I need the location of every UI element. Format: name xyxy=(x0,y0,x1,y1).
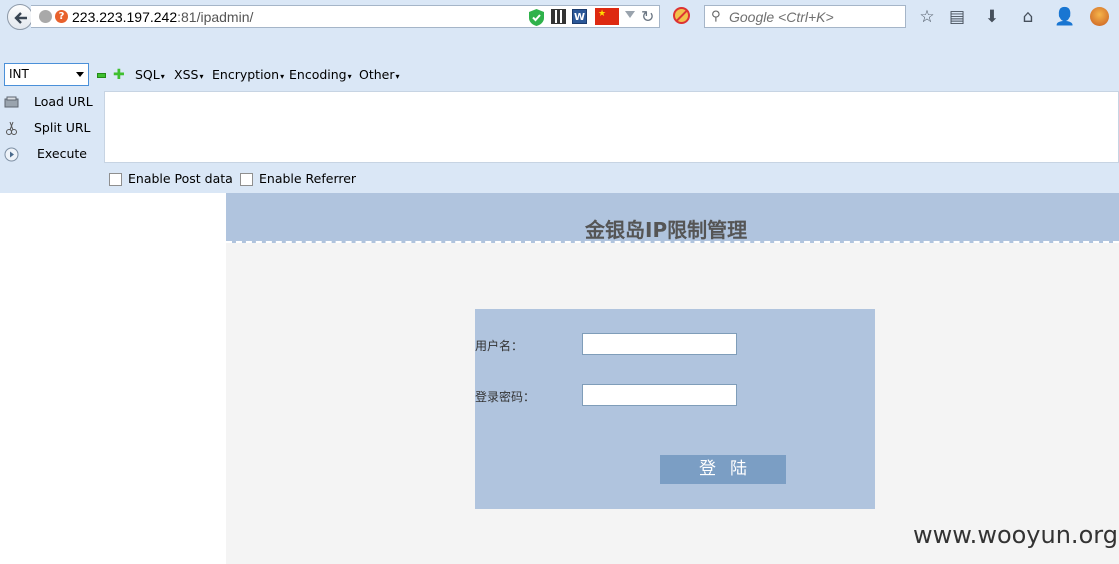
reload-icon[interactable]: ↻ xyxy=(641,7,654,26)
post-data-label[interactable]: Enable Post data xyxy=(128,171,233,186)
url-dropdown-icon[interactable] xyxy=(625,11,635,18)
search-icon: ⚲ xyxy=(711,9,721,24)
search-placeholder: Google <Ctrl+K> xyxy=(729,9,834,25)
username-label: 用户名： xyxy=(475,339,524,353)
menu-xss[interactable]: XSS xyxy=(174,67,203,82)
page-title: 金银岛IP限制管理 xyxy=(585,218,748,242)
download-icon[interactable]: ⬇ xyxy=(982,7,1002,27)
hackbar-toolbar: INT ✚ SQL XSS Encryption Encoding Other xyxy=(0,60,1119,90)
menu-other[interactable]: Other xyxy=(359,67,400,82)
menu-sql[interactable]: SQL xyxy=(135,67,165,82)
word-icon[interactable]: W xyxy=(572,9,587,24)
menu-encryption[interactable]: Encryption xyxy=(212,67,284,82)
page-main: 金银岛IP限制管理 用户名： 登录密码： 登陆 xyxy=(226,193,1119,564)
back-button[interactable] xyxy=(7,4,33,30)
url-path: :81/ipadmin/ xyxy=(177,9,254,25)
decrease-icon[interactable] xyxy=(97,73,106,78)
username-input[interactable] xyxy=(582,333,737,355)
url-text[interactable]: 223.223.197.242:81/ipadmin/ xyxy=(72,9,253,25)
url-bar[interactable]: ? 223.223.197.242:81/ipadmin/ W ★ ↻ xyxy=(31,5,660,28)
home-icon[interactable]: ⌂ xyxy=(1018,7,1038,27)
navigation-bar: ? 223.223.197.242:81/ipadmin/ W ★ ↻ ⚲ Go… xyxy=(0,0,1119,34)
scissors-icon xyxy=(6,121,17,135)
china-flag-icon[interactable]: ★ xyxy=(595,8,619,25)
browser-chrome: ? 223.223.197.242:81/ipadmin/ W ★ ↻ ⚲ Go… xyxy=(0,0,1119,193)
menu-encoding[interactable]: Encoding xyxy=(289,67,352,82)
watermark: www.wooyun.org xyxy=(913,521,1118,549)
split-url-label: Split URL xyxy=(34,120,91,135)
load-url-button[interactable]: Load URL xyxy=(0,91,104,117)
adblock-icon[interactable] xyxy=(673,7,690,24)
site-info-icon[interactable]: ? xyxy=(55,10,68,23)
bookmark-star-icon[interactable]: ☆ xyxy=(917,7,937,27)
play-icon xyxy=(4,147,19,162)
load-url-icon xyxy=(4,96,19,108)
page-left-blank xyxy=(0,193,226,564)
globe-icon xyxy=(39,10,52,23)
split-url-button[interactable]: Split URL xyxy=(0,117,104,143)
url-host: 223.223.197.242 xyxy=(72,9,178,25)
login-form: 用户名： 登录密码： 登陆 xyxy=(475,309,875,509)
login-button[interactable]: 登陆 xyxy=(660,455,786,484)
reading-list-icon[interactable]: ▤ xyxy=(947,7,967,27)
hackbar-options-row: Enable Post data Enable Referrer xyxy=(0,166,1119,192)
password-label: 登录密码： xyxy=(475,390,536,404)
hackbar-side-buttons: Load URL Split URL Execute xyxy=(0,91,104,163)
hackbar-url-textarea[interactable] xyxy=(104,91,1119,163)
addon-avatar-icon[interactable] xyxy=(1090,7,1109,26)
referrer-label[interactable]: Enable Referrer xyxy=(259,171,356,186)
select-arrow-icon xyxy=(76,72,84,77)
type-select-value: INT xyxy=(9,67,29,81)
increase-icon[interactable]: ✚ xyxy=(113,67,125,83)
shield-icon[interactable] xyxy=(529,9,544,26)
referrer-checkbox[interactable] xyxy=(240,173,253,186)
execute-label: Execute xyxy=(37,146,87,161)
qr-code-icon[interactable] xyxy=(551,9,566,24)
post-data-checkbox[interactable] xyxy=(109,173,122,186)
password-input[interactable] xyxy=(582,384,737,406)
load-url-label: Load URL xyxy=(34,94,93,109)
header-banner: 金银岛IP限制管理 xyxy=(226,193,1119,243)
back-arrow-icon xyxy=(14,12,27,24)
search-bar[interactable]: ⚲ Google <Ctrl+K> xyxy=(704,5,906,28)
type-select[interactable]: INT xyxy=(4,63,89,86)
account-icon[interactable]: 👤 xyxy=(1054,7,1075,27)
